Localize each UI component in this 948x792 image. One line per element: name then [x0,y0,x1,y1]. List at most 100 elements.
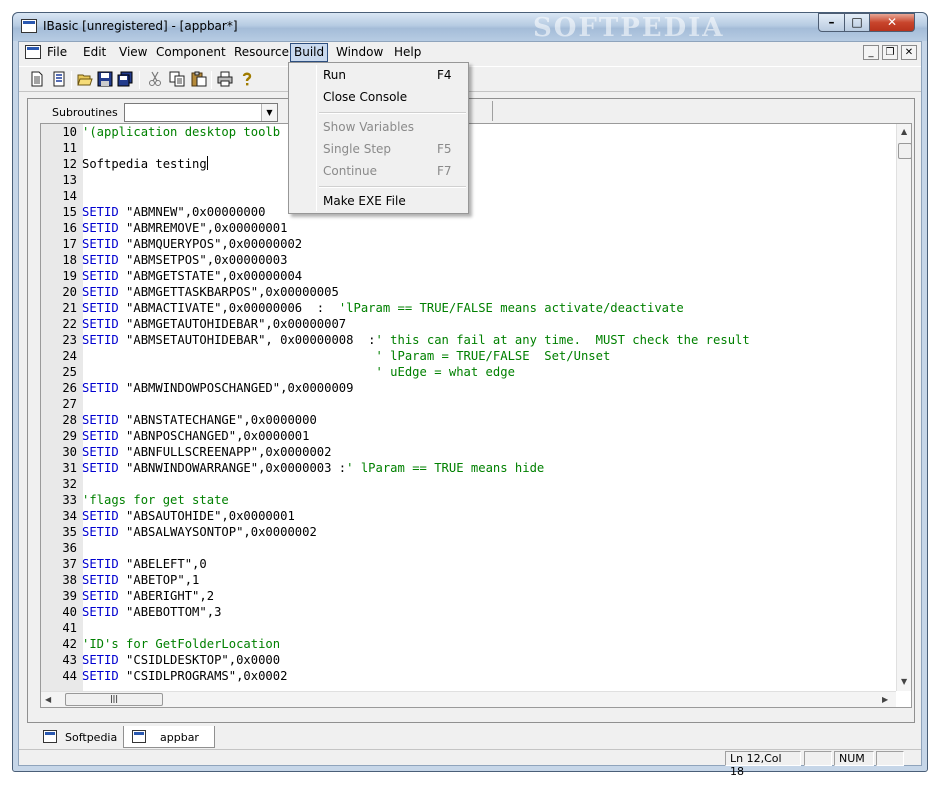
paste-icon[interactable] [191,71,207,87]
code-line[interactable]: 10 '(application desktop toolb [41,124,901,140]
vertical-scroll-thumb[interactable] [898,143,911,159]
line-number: 24 [62,349,77,363]
code-line[interactable]: 25 ' uEdge = what edge [41,364,901,380]
code-line[interactable]: 36 [41,540,901,556]
code-line[interactable]: 17 SETID "ABMQUERYPOS",0x00000002 [41,236,901,252]
mdi-restore-icon[interactable]: ❐ [882,45,898,60]
code-line[interactable]: 26 SETID "ABMWINDOWPOSCHANGED",0x0000009 [41,380,901,396]
tab-appbar[interactable]: appbar [123,726,215,748]
code-line[interactable]: 38 SETID "ABETOP",1 [41,572,901,588]
code-line[interactable]: 39 SETID "ABERIGHT",2 [41,588,901,604]
code-line[interactable]: 43 SETID "CSIDLDESKTOP",0x0000 [41,652,901,668]
text-token: "ABMACTIVATE",0x00000006 : [118,301,339,315]
line-number: 40 [62,605,77,619]
code-line[interactable]: 22 SETID "ABMGETAUTOHIDEBAR",0x00000007 [41,316,901,332]
chevron-down-icon[interactable]: ▼ [261,104,277,121]
document-icon[interactable] [25,45,41,59]
code-line[interactable]: 32 [41,476,901,492]
help-icon[interactable] [239,71,255,87]
code-lines: 10 '(application desktop toolb 11 12 Softped… [41,124,901,684]
code-text: SETID "ABNWINDOWARRANGE",0x0000003 :' lP… [82,460,544,476]
new-icon[interactable] [29,71,45,87]
code-editor[interactable]: 10 '(application desktop toolb 11 12 Softped… [40,123,912,708]
text-token: "ABMGETTASKBARPOS",0x00000005 [118,285,339,299]
horizontal-scrollbar[interactable]: ◀ ||| ▶ [41,691,896,707]
code-line[interactable]: 19 SETID "ABMGETSTATE",0x00000004 [41,268,901,284]
menu-item-make-exe[interactable]: Make EXE File [291,191,466,213]
mdi-minimize-icon[interactable]: _ [863,45,879,60]
code-line[interactable]: 34 SETID "ABSAUTOHIDE",0x0000001 [41,508,901,524]
open-icon[interactable] [77,71,93,87]
mdi-close-icon[interactable]: ✕ [901,45,917,60]
close-button[interactable]: ✕ [869,13,915,32]
comment-token: '(application desktop toolb [82,125,281,139]
code-line[interactable]: 37 SETID "ABELEFT",0 [41,556,901,572]
code-line[interactable]: 15 SETID "ABMNEW",0x00000000 [41,204,901,220]
app-icon[interactable] [21,19,37,33]
code-line[interactable]: 27 [41,396,901,412]
scroll-left-icon[interactable]: ◀ [45,695,51,704]
menu-help[interactable]: Help [390,43,425,62]
code-line[interactable]: 16 SETID "ABMREMOVE",0x00000001 [41,220,901,236]
code-line[interactable]: 12 Softpedia testing [41,156,901,172]
code-line[interactable]: 35 SETID "ABSALWAYSONTOP",0x0000002 [41,524,901,540]
code-line[interactable]: 14 [41,188,901,204]
tab-softpedia[interactable]: Softpedia [35,726,125,748]
code-line[interactable]: 23 SETID "ABMSETAUTOHIDEBAR", 0x00000008 … [41,332,901,348]
menu-resource[interactable]: Resource [230,43,293,62]
code-line[interactable]: 41 [41,620,901,636]
vertical-scrollbar[interactable]: ▲ ▼ [896,124,911,691]
menu-edit[interactable]: Edit [79,43,110,62]
menu-window[interactable]: Window [332,43,387,62]
code-text: ' lParam = TRUE/FALSE Set/Unset [82,348,610,364]
code-line[interactable]: 11 [41,140,901,156]
properties-icon[interactable] [51,71,67,87]
copy-icon[interactable] [169,71,185,87]
code-text: SETID "ABMGETSTATE",0x00000004 [82,268,302,284]
scroll-down-icon[interactable]: ▼ [901,677,907,686]
keyword-token: SETID [82,653,119,667]
line-number: 29 [62,429,77,443]
cursor-position: Ln 12,Col 18 [725,751,801,778]
keyword-token: SETID [82,221,119,235]
subroutines-select[interactable]: ▼ [124,103,278,122]
code-text: SETID "ABNFULLSCREENAPP",0x0000002 [82,444,331,460]
status-bar: Ln 12,Col 18 NUM [19,749,921,778]
menu-build[interactable]: Build [290,43,329,62]
code-line[interactable]: 20 SETID "ABMGETTASKBARPOS",0x00000005 [41,284,901,300]
title-bar[interactable]: IBasic [unregistered] - [appbar*] SOFTPE… [13,13,927,43]
code-line[interactable]: 13 [41,172,901,188]
scroll-right-icon[interactable]: ▶ [882,695,888,704]
subroutines-bar: Subroutines ▼ [28,99,914,123]
code-line[interactable]: 33 'flags for get state [41,492,901,508]
keyword-token: SETID [82,333,119,347]
code-line[interactable]: 42 'ID's for GetFolderLocation [41,636,901,652]
code-line[interactable]: 28 SETID "ABNSTATECHANGE",0x0000000 [41,412,901,428]
menu-file[interactable]: File [43,43,71,62]
cut-icon[interactable] [147,71,163,87]
code-line[interactable]: 31 SETID "ABNWINDOWARRANGE",0x0000003 :' … [41,460,901,476]
menu-item-run[interactable]: Run F4 [291,65,466,87]
save-icon[interactable] [97,71,113,87]
text-token: "ABERIGHT",2 [118,589,215,603]
menu-component[interactable]: Component [152,43,230,62]
code-line[interactable]: 40 SETID "ABEBOTTOM",3 [41,604,901,620]
text-token: "ABMQUERYPOS",0x00000002 [118,237,303,251]
text-token: "ABMGETAUTOHIDEBAR",0x00000007 [118,317,347,331]
code-line[interactable]: 44 SETID "CSIDLPROGRAMS",0x0002 [41,668,901,684]
code-line[interactable]: 30 SETID "ABNFULLSCREENAPP",0x0000002 [41,444,901,460]
save-all-icon[interactable] [117,71,133,87]
scroll-up-icon[interactable]: ▲ [901,127,907,136]
print-icon[interactable] [217,71,233,87]
code-line[interactable]: 21 SETID "ABMACTIVATE",0x00000006 : 'lPar… [41,300,901,316]
toolbar [19,66,921,92]
menu-view[interactable]: View [115,43,151,62]
horizontal-scroll-thumb[interactable]: ||| [65,693,163,706]
code-line[interactable]: 18 SETID "ABMSETPOS",0x00000003 [41,252,901,268]
minimize-button[interactable]: – [818,13,845,32]
comment-token: 'flags for get state [82,493,229,507]
maximize-button[interactable]: □ [844,13,870,32]
menu-item-close-console[interactable]: Close Console [291,87,466,109]
code-line[interactable]: 29 SETID "ABNPOSCHANGED",0x0000001 [41,428,901,444]
code-line[interactable]: 24 ' lParam = TRUE/FALSE Set/Unset [41,348,901,364]
